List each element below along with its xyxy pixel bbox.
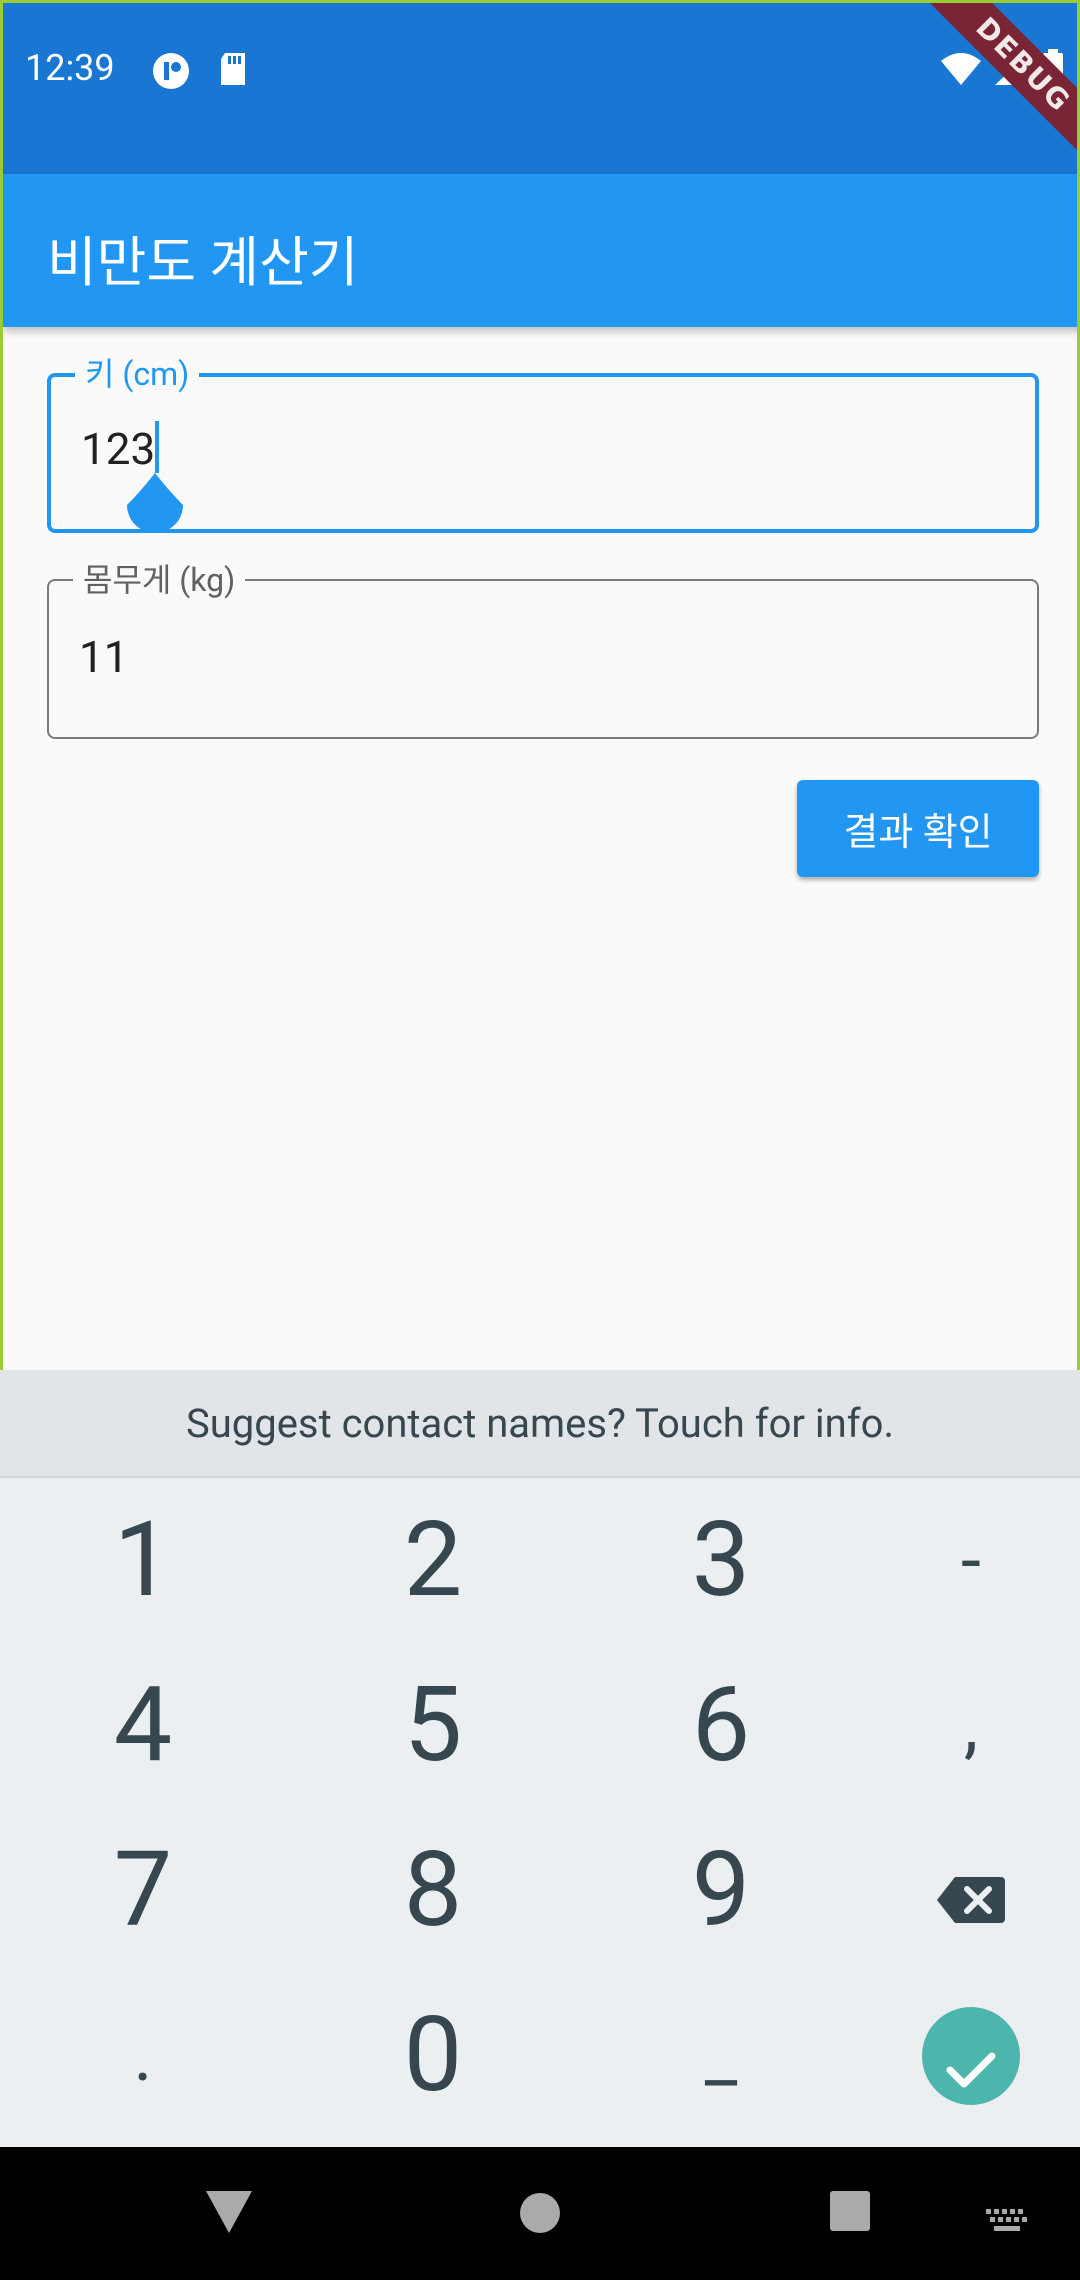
checkmark-icon: [946, 1995, 996, 2116]
key-3[interactable]: 3: [586, 1478, 856, 1643]
suggestion-bar[interactable]: Suggest contact names? Touch for info.: [0, 1370, 1080, 1478]
key-6[interactable]: 6: [586, 1643, 856, 1808]
app-frame: 12:39 DEBUG 비만도 계산기 키 (cm) 123 몸무게 (kg) …: [0, 0, 1080, 1370]
home-icon[interactable]: [520, 2193, 560, 2237]
key-comma[interactable]: ,: [836, 1643, 1080, 1808]
text-cursor: [155, 421, 159, 473]
keyboard-switch-icon[interactable]: [986, 2209, 1028, 2237]
weight-label: 몸무게 (kg): [73, 555, 246, 601]
recents-icon[interactable]: [830, 2191, 870, 2235]
height-input[interactable]: 키 (cm) 123: [47, 349, 1039, 533]
cursor-handle-icon[interactable]: [125, 473, 185, 537]
weight-value[interactable]: 11: [79, 631, 128, 683]
key-1[interactable]: 1: [8, 1478, 278, 1643]
weight-input[interactable]: 몸무게 (kg) 11: [47, 555, 1039, 739]
key-8[interactable]: 8: [298, 1808, 568, 1973]
key-period[interactable]: .: [8, 1973, 278, 2138]
check-result-button[interactable]: 결과 확인: [797, 780, 1039, 877]
key-7[interactable]: 7: [8, 1808, 278, 1973]
sd-card-icon: [217, 51, 249, 91]
numeric-keyboard: Suggest contact names? Touch for info. 1…: [0, 1370, 1080, 2147]
enter-key[interactable]: [836, 1973, 1080, 2138]
key-dash[interactable]: -: [836, 1478, 1080, 1643]
backspace-key[interactable]: [836, 1808, 1080, 1973]
status-time: 12:39: [25, 47, 115, 89]
key-underscore[interactable]: _: [586, 1973, 856, 2138]
key-0[interactable]: 0: [298, 1973, 568, 2138]
back-icon[interactable]: [206, 2191, 252, 2237]
key-2[interactable]: 2: [298, 1478, 568, 1643]
enter-button[interactable]: [922, 2006, 1020, 2105]
key-5[interactable]: 5: [298, 1643, 568, 1808]
navigation-bar: [0, 2147, 1080, 2280]
height-label: 키 (cm): [75, 349, 200, 395]
key-4[interactable]: 4: [8, 1643, 278, 1808]
page-title: 비만도 계산기: [47, 232, 359, 295]
height-value[interactable]: 123: [81, 423, 155, 475]
status-bar: 12:39 DEBUG: [3, 3, 1077, 174]
launcher-icon: [151, 51, 191, 95]
key-9[interactable]: 9: [586, 1808, 856, 1973]
backspace-icon: [937, 1830, 1005, 1951]
app-bar: 비만도 계산기: [3, 174, 1077, 327]
wifi-icon: [939, 51, 983, 91]
